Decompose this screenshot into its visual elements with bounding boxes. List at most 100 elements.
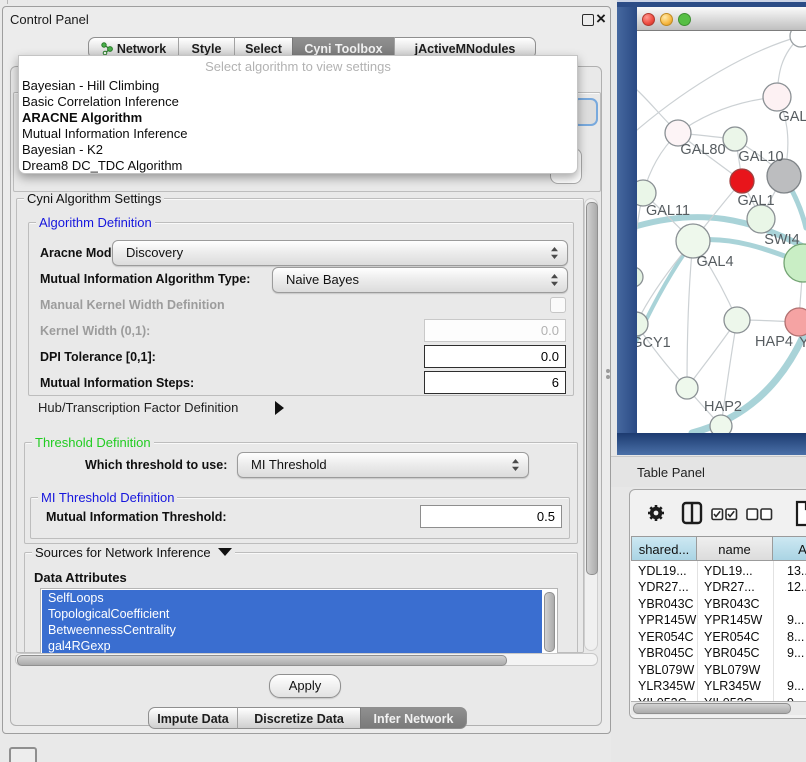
table-hscrollbar-thumb[interactable] xyxy=(633,703,791,714)
table-cell[interactable]: YBR043C xyxy=(704,596,773,613)
network-edge[interactable] xyxy=(678,97,777,133)
combo-arrows-icon xyxy=(550,274,559,286)
table-cell[interactable]: YLR345W xyxy=(638,678,697,695)
split-divider-grip[interactable] xyxy=(606,369,610,373)
mi-type-label: Mutual Information Algorithm Type: xyxy=(40,272,250,286)
table-cell[interactable]: YDR27... xyxy=(638,579,697,596)
settings-scrollbar-thumb[interactable] xyxy=(586,202,598,575)
table-body: YDL19... YDL19... 13... YDR27... YDR27... 12.… xyxy=(631,561,806,701)
network-node[interactable] xyxy=(763,83,791,111)
mi-threshold-field[interactable]: 0.5 xyxy=(420,505,562,528)
which-threshold-select[interactable]: MI Threshold xyxy=(237,452,529,478)
toolbar-remnant xyxy=(7,0,8,4)
manual-kernel-checkbox[interactable] xyxy=(550,297,566,313)
table-cell[interactable]: 8... xyxy=(787,629,806,646)
dock-icon[interactable] xyxy=(9,747,37,762)
network-node-label: GAL1 xyxy=(737,193,774,209)
which-threshold-label: Which threshold to use: xyxy=(85,458,227,472)
table-cell[interactable]: YPR145W xyxy=(638,612,697,629)
apply-button[interactable]: Apply xyxy=(269,674,341,698)
network-node[interactable] xyxy=(730,169,754,193)
mi-threshold-title: MI Threshold Definition xyxy=(38,491,177,504)
network-node[interactable] xyxy=(784,244,806,282)
network-node[interactable] xyxy=(724,307,750,333)
table-cell[interactable]: YDL19... xyxy=(704,563,773,580)
network-node[interactable] xyxy=(723,127,747,151)
collapse-arrow-icon[interactable] xyxy=(218,548,232,556)
network-edge[interactable] xyxy=(637,324,687,388)
tab-impute-data[interactable]: Impute Data xyxy=(148,707,237,729)
table-cell[interactable]: YBR045C xyxy=(704,645,773,662)
table-cell[interactable]: YPR145W xyxy=(704,612,773,629)
combo-arrows-icon xyxy=(550,247,559,259)
algorithm-option-list: Bayesian - Hill ClimbingBasic Correlatio… xyxy=(19,78,577,174)
table-cell[interactable]: 9... xyxy=(787,612,806,629)
algorithm-option[interactable]: Bayesian - K2 xyxy=(19,142,577,158)
manual-kernel-label: Manual Kernel Width Definition xyxy=(40,298,225,312)
document-icon[interactable] xyxy=(795,500,806,532)
column-header-name[interactable]: name xyxy=(697,536,773,561)
kernel-width-field[interactable]: 0.0 xyxy=(424,319,566,342)
hub-section-label[interactable]: Hub/Transcription Factor Definition xyxy=(38,400,238,415)
network-node[interactable] xyxy=(676,224,710,258)
column-view-icon[interactable] xyxy=(681,501,703,530)
table-cell[interactable]: YER054C xyxy=(638,629,697,646)
split-divider-grip[interactable] xyxy=(606,375,610,379)
table-cell[interactable]: YLR345W xyxy=(704,678,773,695)
unchecked-pair-icon[interactable] xyxy=(746,508,774,526)
dpi-tolerance-field[interactable]: 0.0 xyxy=(424,345,566,368)
table-cell[interactable]: 13... xyxy=(787,563,806,580)
algorithm-option[interactable]: Bayesian - Hill Climbing xyxy=(19,78,577,94)
network-window-titlebar[interactable] xyxy=(637,7,806,31)
close-icon[interactable]: × xyxy=(596,9,606,29)
attributes-scrollbar-thumb[interactable] xyxy=(544,592,555,652)
algorithm-definition-title: Algorithm Definition xyxy=(36,216,155,229)
traffic-light-red[interactable] xyxy=(642,13,655,26)
attribute-item[interactable]: gal4RGexp xyxy=(42,638,542,654)
network-node[interactable] xyxy=(747,205,775,233)
network-node[interactable] xyxy=(710,415,732,433)
traffic-light-yellow[interactable] xyxy=(660,13,673,26)
attribute-item[interactable]: SelfLoops xyxy=(42,590,542,606)
network-node-label: GAL11 xyxy=(646,203,690,219)
table-cell[interactable]: 9... xyxy=(787,678,806,695)
table-cell[interactable]: YER054C xyxy=(704,629,773,646)
screen: Control Panel × Network Style Select Cyn… xyxy=(0,0,806,762)
expand-arrow-icon[interactable] xyxy=(275,401,284,415)
network-node[interactable] xyxy=(785,308,806,336)
column-header-shared[interactable]: shared... xyxy=(631,536,697,561)
table-cell[interactable]: YBL079W xyxy=(638,662,697,679)
combo-arrows-icon xyxy=(511,459,520,471)
network-node[interactable] xyxy=(676,377,698,399)
column-header-a[interactable]: A xyxy=(773,536,806,561)
mi-steps-field[interactable]: 6 xyxy=(424,371,566,394)
settings-hscrollbar-thumb[interactable] xyxy=(17,655,507,666)
network-canvas[interactable]: GALGAL80GAL10GAL1SWI4GAL11GAL4GCY1HAP4YH… xyxy=(637,31,806,433)
tab-infer-network[interactable]: Infer Network xyxy=(360,707,467,729)
table-cell[interactable]: YBR043C xyxy=(638,596,697,613)
table-cell[interactable]: 12... xyxy=(787,579,806,596)
float-icon[interactable] xyxy=(582,14,594,26)
algorithm-option[interactable]: Mutual Information Inference xyxy=(19,126,577,142)
table-cell[interactable]: YDR27... xyxy=(704,579,773,596)
checked-pair-icon[interactable] xyxy=(711,508,739,526)
table-cell[interactable]: YBR045C xyxy=(638,645,697,662)
network-node-label: GAL xyxy=(778,109,806,125)
algorithm-option[interactable]: ARACNE Algorithm xyxy=(19,110,577,126)
attribute-item[interactable]: BetweennessCentrality xyxy=(42,622,542,638)
algorithm-option[interactable]: Dream8 DC_TDC Algorithm xyxy=(19,158,577,174)
algorithm-option[interactable]: Basic Correlation Inference xyxy=(19,94,577,110)
network-edge[interactable] xyxy=(687,241,693,388)
algorithm-prompt: Select algorithm to view settings xyxy=(19,57,577,76)
tab-discretize-data[interactable]: Discretize Data xyxy=(237,707,360,729)
traffic-light-green[interactable] xyxy=(678,13,691,26)
network-node[interactable] xyxy=(637,267,643,287)
control-panel-title: Control Panel xyxy=(10,12,89,27)
aracne-mode-select[interactable]: Discovery xyxy=(112,240,568,266)
gear-icon[interactable] xyxy=(646,503,666,528)
table-cell[interactable]: YBL079W xyxy=(704,662,773,679)
table-cell[interactable]: 9... xyxy=(787,645,806,662)
attribute-item[interactable]: TopologicalCoefficient xyxy=(42,606,542,622)
mi-type-select[interactable]: Naive Bayes xyxy=(272,267,568,293)
table-cell[interactable]: YDL19... xyxy=(638,563,697,580)
